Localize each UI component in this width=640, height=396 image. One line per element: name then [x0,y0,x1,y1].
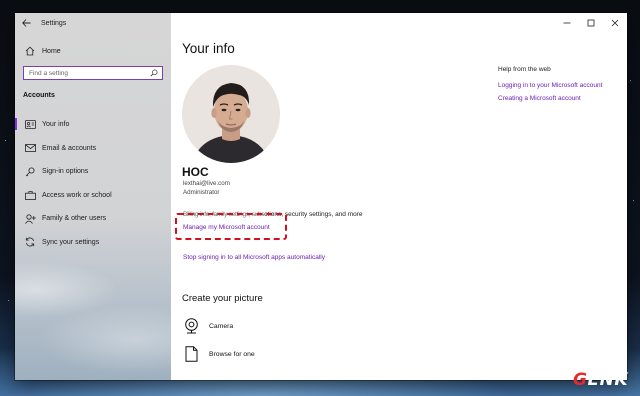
create-picture-heading: Create your picture [182,293,263,304]
file-icon [183,346,199,362]
search-icon[interactable] [150,69,158,77]
camera-icon [183,318,199,334]
nav-item-sign-in-options[interactable]: Sign-in options [15,160,171,184]
settings-window: Settings Home Accounts [15,13,627,380]
search-input[interactable] [29,69,149,77]
nav-item-label: Your info [42,121,70,129]
nav-item-sync-settings[interactable]: Sync your settings [15,231,171,255]
back-button[interactable] [15,13,37,33]
camera-option[interactable]: Camera [183,318,233,334]
browse-option-label: Browse for one [209,350,255,358]
avatar [182,65,280,163]
nav-home-label: Home [42,47,61,55]
stop-signing-in-link[interactable]: Stop signing in to all Microsoft apps au… [183,254,325,261]
page-title: Your info [182,41,235,56]
user-name: HOC [182,165,209,179]
nav-item-email-accounts[interactable]: Email & accounts [15,137,171,161]
highlight-annotation [175,213,287,240]
browse-option[interactable]: Browse for one [183,346,255,362]
search-box[interactable] [23,66,163,80]
app-title: Settings [41,19,67,27]
help-link-creating-account[interactable]: Creating a Microsoft account [498,95,602,102]
nav-item-label: Access work or school [42,191,112,199]
sync-icon [24,236,36,248]
nav-item-your-info[interactable]: Your info [15,113,171,137]
accounts-nav-list: Your info Email & accounts Sign-in optio… [15,113,171,254]
nav-item-family-other-users[interactable]: Family & other users [15,207,171,231]
navigation-pane: Settings Home Accounts [15,13,171,380]
help-title: Help from the web [498,66,551,73]
accounts-section-label: Accounts [23,92,55,99]
content-pane: Your info HOC lexthai@live.com Administr… [171,13,627,380]
genk-watermark-logo: GENK [573,370,628,390]
nav-home[interactable]: Home [15,43,171,59]
home-icon [24,45,36,57]
nav-item-label: Sign-in options [42,168,89,176]
back-arrow-icon [21,19,30,27]
nav-item-label: Family & other users [42,215,107,223]
person-card-icon [24,119,36,131]
user-email: lexthai@live.com [183,180,230,187]
help-panel: Help from the web Logging in to your Mic… [498,66,602,102]
title-bar: Settings [15,13,66,33]
briefcase-icon [24,189,36,201]
user-role: Administrator [183,189,220,196]
mail-icon [24,142,36,154]
nav-item-access-work-school[interactable]: Access work or school [15,184,171,208]
nav-item-label: Sync your settings [42,238,100,246]
camera-option-label: Camera [209,322,234,330]
help-link-logging-in[interactable]: Logging in to your Microsoft account [498,82,602,89]
key-icon [24,166,36,178]
nav-item-label: Email & accounts [42,144,97,152]
add-person-icon [24,213,36,225]
